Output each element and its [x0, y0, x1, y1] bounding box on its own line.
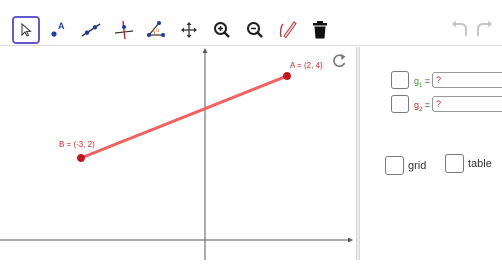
- g1-input[interactable]: ?: [432, 72, 502, 88]
- toolbar: A α: [0, 0, 502, 46]
- zoom-out-tool-button[interactable]: [241, 16, 269, 44]
- arrow-pointer-icon: [21, 22, 32, 37]
- point-b[interactable]: [77, 154, 85, 162]
- side-panel: g1 = ? g2 = ? grid table: [360, 47, 502, 260]
- angle-icon: α: [147, 21, 165, 37]
- point-b-label: B = (-3, 2): [59, 140, 95, 149]
- point-a-label: A = (2, 4): [290, 61, 323, 70]
- line-icon: [81, 23, 101, 37]
- move-arrows-icon: [181, 22, 197, 38]
- svg-text:α: α: [156, 28, 160, 34]
- graphics-canvas[interactable]: A = (2, 4) B = (-3, 2): [0, 47, 356, 260]
- redo-button[interactable]: [474, 20, 494, 43]
- move-graphics-tool-button[interactable]: [175, 16, 203, 44]
- graphics-view[interactable]: A = (2, 4) B = (-3, 2): [0, 47, 356, 260]
- g2-input[interactable]: ?: [432, 96, 502, 112]
- perpendicular-line-icon: [114, 20, 134, 40]
- x-axis-arrow: [348, 237, 353, 243]
- point-a[interactable]: [283, 72, 291, 80]
- redo-icon: [477, 20, 492, 36]
- perpendicular-tool-button[interactable]: [110, 16, 138, 44]
- undo-button[interactable]: [450, 20, 470, 43]
- g1-label: g1 =: [414, 76, 431, 89]
- g1-checkbox[interactable]: [391, 71, 409, 89]
- g2-label: g2 =: [414, 100, 431, 113]
- pen-tool-button[interactable]: [274, 16, 302, 44]
- zoom-in-tool-button[interactable]: [208, 16, 236, 44]
- delete-tool-button[interactable]: [306, 16, 334, 44]
- point-tool-button[interactable]: A: [44, 16, 72, 44]
- point-icon: A: [51, 21, 65, 37]
- table-label: table: [468, 158, 492, 170]
- move-tool-button[interactable]: [12, 16, 40, 44]
- zoom-out-icon: [247, 22, 263, 38]
- segment-ab[interactable]: [80, 74, 288, 160]
- grid-checkbox[interactable]: [385, 156, 404, 175]
- angle-tool-button[interactable]: α: [142, 16, 170, 44]
- svg-text:A: A: [58, 21, 65, 31]
- zoom-in-icon: [214, 22, 230, 38]
- undo-icon: [452, 20, 467, 36]
- table-checkbox[interactable]: [445, 154, 464, 173]
- refresh-icon[interactable]: [333, 54, 346, 68]
- trash-icon: [313, 21, 327, 39]
- g2-checkbox[interactable]: [391, 95, 409, 113]
- line-tool-button[interactable]: [77, 16, 105, 44]
- y-axis-arrow: [202, 48, 208, 53]
- pen-icon: [279, 21, 297, 39]
- grid-label: grid: [408, 160, 427, 172]
